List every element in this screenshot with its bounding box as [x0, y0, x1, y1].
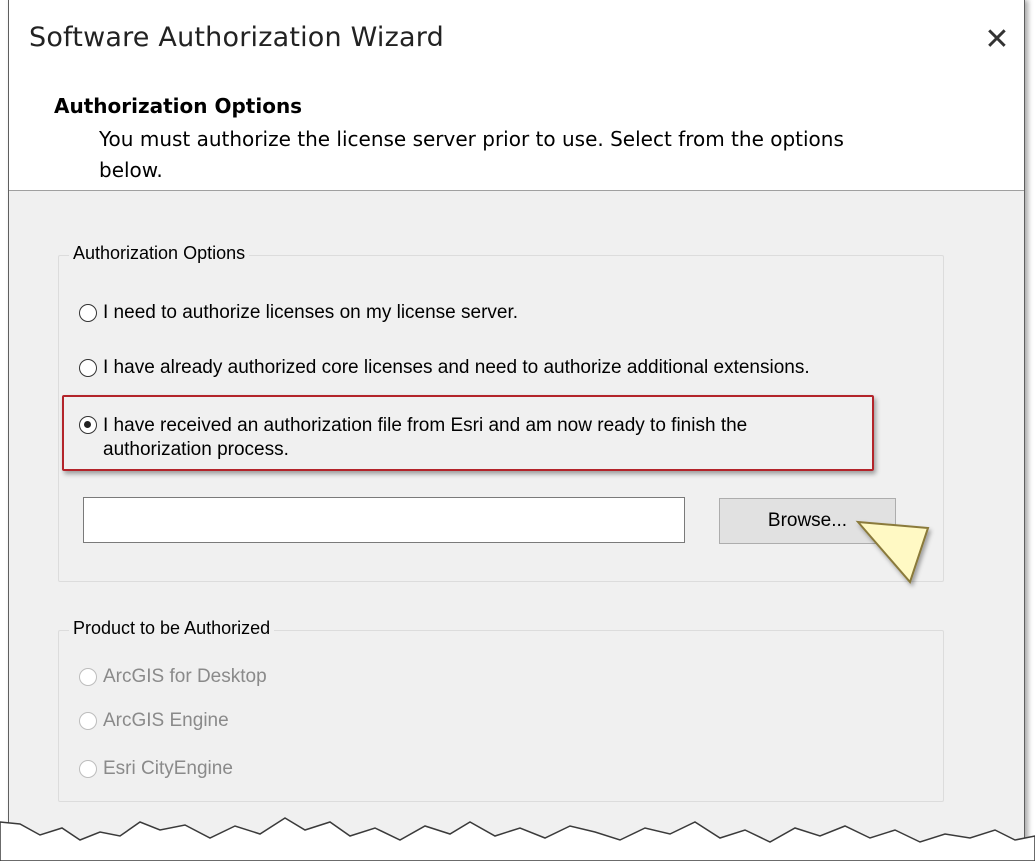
radio-button[interactable] [79, 359, 97, 377]
radio-button [79, 760, 97, 778]
radio-label: ArcGIS for Desktop [103, 666, 267, 687]
header-description: You must authorize the license server pr… [99, 127, 844, 182]
radio-option-authorize-licenses[interactable]: I need to authorize licenses on my licen… [79, 302, 518, 324]
window-title: Software Authorization Wizard [29, 22, 444, 53]
group-label-authorization-options: Authorization Options [69, 243, 250, 264]
radio-option-arcgis-desktop: ArcGIS for Desktop [79, 666, 267, 688]
authorization-file-path-input[interactable] [83, 497, 685, 543]
radio-option-authorize-extensions[interactable]: I have already authorized core licenses … [79, 357, 810, 379]
radio-label: I have already authorized core licenses … [103, 357, 810, 378]
radio-option-esri-cityengine: Esri CityEngine [79, 758, 233, 780]
radio-label: ArcGIS Engine [103, 710, 229, 731]
radio-option-authorization-file[interactable]: I have received an authorization file fr… [79, 414, 839, 462]
radio-label: I have received an authorization file fr… [103, 415, 748, 460]
radio-label: I need to authorize licenses on my licen… [103, 302, 519, 323]
radio-button-selected[interactable] [79, 416, 97, 434]
wizard-header: Authorization Options You must authorize… [9, 80, 1024, 191]
title-bar: Software Authorization Wizard ✕ [9, 0, 1024, 80]
group-label-product: Product to be Authorized [69, 618, 275, 639]
radio-label: Esri CityEngine [103, 758, 233, 779]
authorization-wizard-dialog: Software Authorization Wizard ✕ Authoriz… [8, 0, 1025, 861]
radio-option-arcgis-engine: ArcGIS Engine [79, 710, 229, 732]
radio-button[interactable] [79, 304, 97, 322]
close-icon[interactable]: ✕ [977, 20, 1017, 60]
radio-button [79, 668, 97, 686]
radio-button [79, 712, 97, 730]
pointer-arrow-icon [855, 520, 930, 584]
header-title: Authorization Options [54, 94, 303, 118]
